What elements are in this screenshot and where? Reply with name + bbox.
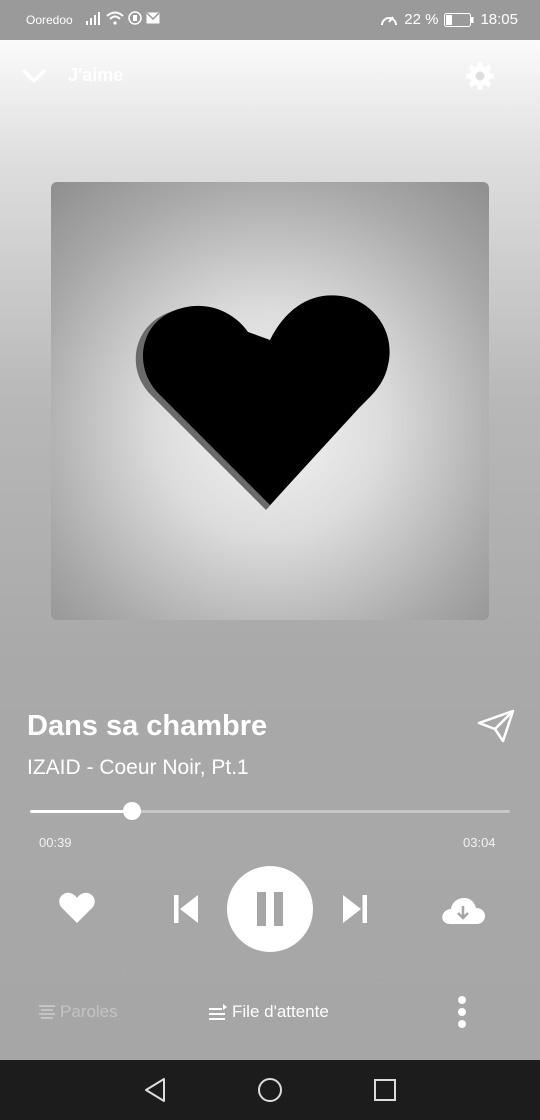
- heart-icon[interactable]: [58, 891, 96, 925]
- download-cloud-icon[interactable]: [440, 894, 486, 926]
- back-nav-icon[interactable]: [143, 1077, 167, 1103]
- pause-icon: [257, 892, 283, 926]
- battery-icon: [444, 12, 474, 27]
- previous-icon[interactable]: [172, 893, 200, 925]
- progress-knob[interactable]: [122, 802, 141, 820]
- status-icons: [86, 11, 160, 25]
- total-duration: 03:04: [463, 835, 496, 850]
- elapsed-time: 00:39: [39, 835, 72, 850]
- system-nav-bar: [0, 1060, 540, 1120]
- clock: 18:05: [480, 11, 518, 28]
- status-right: 22 % 18:05: [380, 11, 518, 28]
- player-screen: J'aime Dans sa chambre IZAID - Coeur Noi…: [0, 40, 540, 1060]
- queue-icon: [209, 1004, 227, 1020]
- progress-slider[interactable]: [30, 802, 510, 820]
- progress-fill: [30, 810, 132, 813]
- status-bar: Ooredoo 22 % 18:05: [0, 0, 540, 40]
- album-art: [51, 182, 489, 620]
- mail-icon: [146, 12, 160, 24]
- signal-icon: [86, 12, 100, 25]
- battery-percent: 22 %: [404, 11, 439, 28]
- data-saver-icon: [128, 11, 142, 25]
- queue-label: File d'attente: [232, 1002, 329, 1021]
- player-header: J'aime: [0, 40, 540, 112]
- queue-button[interactable]: File d'attente: [209, 1002, 329, 1022]
- home-nav-icon[interactable]: [257, 1077, 283, 1103]
- chevron-down-icon[interactable]: [20, 62, 48, 90]
- next-icon[interactable]: [341, 893, 369, 925]
- share-icon[interactable]: [476, 708, 516, 744]
- playlist-title: J'aime: [68, 65, 124, 85]
- pause-button[interactable]: [227, 866, 313, 952]
- recents-nav-icon[interactable]: [373, 1078, 397, 1102]
- speed-icon: [381, 15, 398, 25]
- lyrics-label: Paroles: [60, 1002, 118, 1021]
- lyrics-button[interactable]: Paroles: [39, 1002, 118, 1022]
- song-title: Dans sa chambre: [27, 710, 268, 742]
- wifi-icon: [106, 11, 124, 25]
- song-artist[interactable]: IZAID - Coeur Noir, Pt.1: [27, 756, 249, 780]
- heart-artwork: [135, 295, 390, 510]
- carrier-name: Ooredoo: [26, 13, 73, 27]
- more-options-icon[interactable]: [456, 995, 468, 1029]
- gear-icon[interactable]: [464, 60, 496, 92]
- lyrics-icon: [39, 1005, 55, 1019]
